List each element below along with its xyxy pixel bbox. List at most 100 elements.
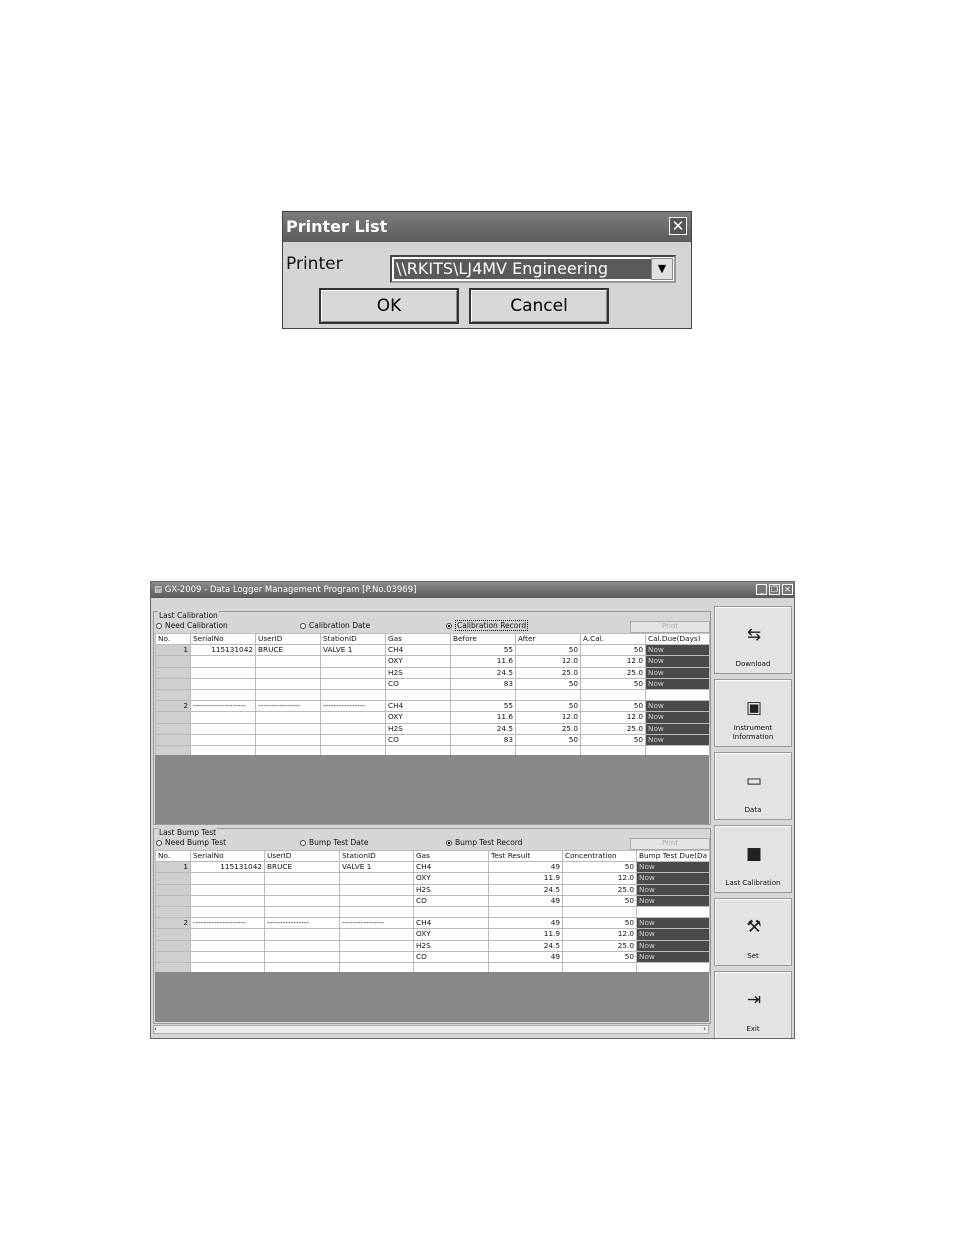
book-icon: ■	[745, 844, 763, 864]
table-row[interactable]: H2S 24.5 25.0 25.0 Now	[155, 666, 710, 679]
minimize-icon[interactable]: _	[756, 584, 767, 595]
print-button[interactable]: Print	[630, 621, 710, 633]
radio-label: Need Calibration	[165, 621, 228, 630]
data-button[interactable]: ▭ Data	[714, 752, 792, 820]
exit-button[interactable]: ⇥ Exit	[714, 971, 792, 1038]
table-cell: 50	[515, 644, 581, 657]
table-cell: H2S	[413, 939, 489, 952]
table-row[interactable]: H2S 24.5 25.0 Now	[155, 883, 710, 896]
table-cell: Now	[636, 939, 710, 952]
table-cell: OXY	[413, 928, 489, 941]
table-row[interactable]: OXY 11.9 12.0 Now	[155, 872, 710, 885]
table-cell: Now	[645, 722, 710, 735]
column-header[interactable]: SerialNo	[190, 632, 256, 646]
table-cell: 24.5	[488, 939, 563, 952]
radio-label: Bump Test Date	[309, 838, 369, 847]
side-button-label: Set	[747, 952, 759, 960]
table-row[interactable]: 2 -------------------- ---------------- ---…	[155, 917, 710, 930]
column-header[interactable]: UserID	[264, 849, 340, 863]
table-cell: 55	[450, 644, 516, 657]
table-cell	[339, 905, 414, 919]
column-header[interactable]: Cal.Due(Days)	[645, 632, 710, 646]
radio-calibration-record[interactable]: Calibration Record	[446, 620, 529, 631]
column-header[interactable]: Test Result	[488, 849, 563, 863]
table-row[interactable]: CO 83 50 50 Now	[155, 677, 710, 690]
table-cell: 25.0	[515, 722, 581, 735]
column-header[interactable]: StationID	[320, 632, 386, 646]
table-cell	[190, 883, 265, 896]
row-number-cell	[155, 655, 191, 668]
table-row[interactable]: 1 115131042 BRUCE VALVE 1 CH4 55 50 50 Now	[155, 644, 710, 657]
print-button[interactable]: Print	[630, 838, 710, 850]
table-row[interactable]: CO 83 50 50 Now	[155, 733, 710, 746]
instrument-information-button[interactable]: ▣ Instrument Information	[714, 679, 792, 747]
table-cell	[580, 688, 646, 702]
column-header[interactable]: Concentration	[562, 849, 637, 863]
close-icon[interactable]: ✕	[782, 584, 793, 595]
column-header[interactable]: No.	[155, 632, 191, 646]
column-header[interactable]: Before	[450, 632, 516, 646]
radio-need-calibration[interactable]: Need Calibration	[156, 621, 228, 630]
table-row[interactable]: H2S 24.5 25.0 25.0 Now	[155, 722, 710, 735]
close-icon[interactable]: ✕	[669, 217, 687, 235]
table-cell: 49	[488, 950, 563, 963]
table-row[interactable]	[155, 688, 710, 702]
table-cell: Now	[636, 883, 710, 896]
table-cell	[255, 722, 321, 735]
printer-select[interactable]: \\RKITS\LJ4MV Engineering ▼	[390, 255, 676, 283]
radio-calibration-date[interactable]: Calibration Date	[300, 621, 370, 630]
radio-label: Calibration Date	[309, 621, 371, 630]
horizontal-scrollbar[interactable]: ‹ ›	[153, 1025, 709, 1034]
table-cell: VALVE 1	[339, 861, 414, 874]
column-header[interactable]: StationID	[339, 849, 414, 863]
cancel-button[interactable]: Cancel	[469, 288, 609, 324]
column-header[interactable]: After	[515, 632, 581, 646]
table-row[interactable]: OXY 11.6 12.0 12.0 Now	[155, 711, 710, 724]
table-row[interactable]	[155, 905, 710, 919]
last-calibration-button[interactable]: ■ Last Calibration	[714, 825, 792, 893]
column-header[interactable]: Gas	[385, 632, 451, 646]
table-cell: 50	[562, 917, 637, 930]
table-cell	[320, 677, 386, 690]
table-cell	[264, 894, 340, 907]
table-row[interactable]: OXY 11.6 12.0 12.0 Now	[155, 655, 710, 668]
table-cell: Now	[645, 644, 710, 657]
table-cell	[190, 711, 256, 724]
radio-bump-test-date[interactable]: Bump Test Date	[300, 838, 368, 847]
table-cell: 50	[515, 733, 581, 746]
table-row[interactable]: OXY 11.9 12.0 Now	[155, 928, 710, 941]
table-cell	[320, 711, 386, 724]
table-cell: OXY	[385, 655, 451, 668]
table-row[interactable]: 2 -------------------- ---------------- ---…	[155, 700, 710, 713]
column-header[interactable]: Bump Test Due(Da	[636, 849, 710, 863]
table-cell: 49	[488, 917, 563, 930]
table-cell: H2S	[413, 883, 489, 896]
table-cell: 25.0	[515, 666, 581, 679]
table-cell	[190, 677, 256, 690]
table-row[interactable]: CO 49 50 Now	[155, 894, 710, 907]
table-row[interactable]: 1 115131042 BRUCE VALVE 1 CH4 49 50 Now	[155, 861, 710, 874]
column-header[interactable]: No.	[155, 849, 191, 863]
radio-need-bump-test[interactable]: Need Bump Test	[156, 838, 226, 847]
ok-button[interactable]: OK	[319, 288, 459, 324]
column-header[interactable]: SerialNo	[190, 849, 265, 863]
table-cell: Now	[645, 677, 710, 690]
column-header[interactable]: UserID	[255, 632, 321, 646]
column-header[interactable]: Gas	[413, 849, 489, 863]
row-number-cell	[155, 688, 191, 702]
table-cell: OXY	[385, 711, 451, 724]
scroll-right-icon[interactable]: ›	[703, 1026, 706, 1033]
chevron-down-icon[interactable]: ▼	[651, 258, 673, 280]
table-row[interactable]: CO 49 50 Now	[155, 950, 710, 963]
column-header[interactable]: A.Cal.	[580, 632, 646, 646]
scroll-left-icon[interactable]: ‹	[154, 1025, 157, 1033]
set-button[interactable]: ⚒ Set	[714, 898, 792, 966]
table-cell: Now	[636, 872, 710, 885]
table-cell: CO	[413, 894, 489, 907]
restore-icon[interactable]: ❐	[769, 584, 780, 595]
table-cell: 50	[515, 677, 581, 690]
radio-bump-test-record[interactable]: Bump Test Record	[446, 838, 522, 847]
table-cell: 12.0	[580, 655, 646, 668]
download-button[interactable]: ⇆ Download	[714, 606, 792, 674]
table-row[interactable]: H2S 24.5 25.0 Now	[155, 939, 710, 952]
